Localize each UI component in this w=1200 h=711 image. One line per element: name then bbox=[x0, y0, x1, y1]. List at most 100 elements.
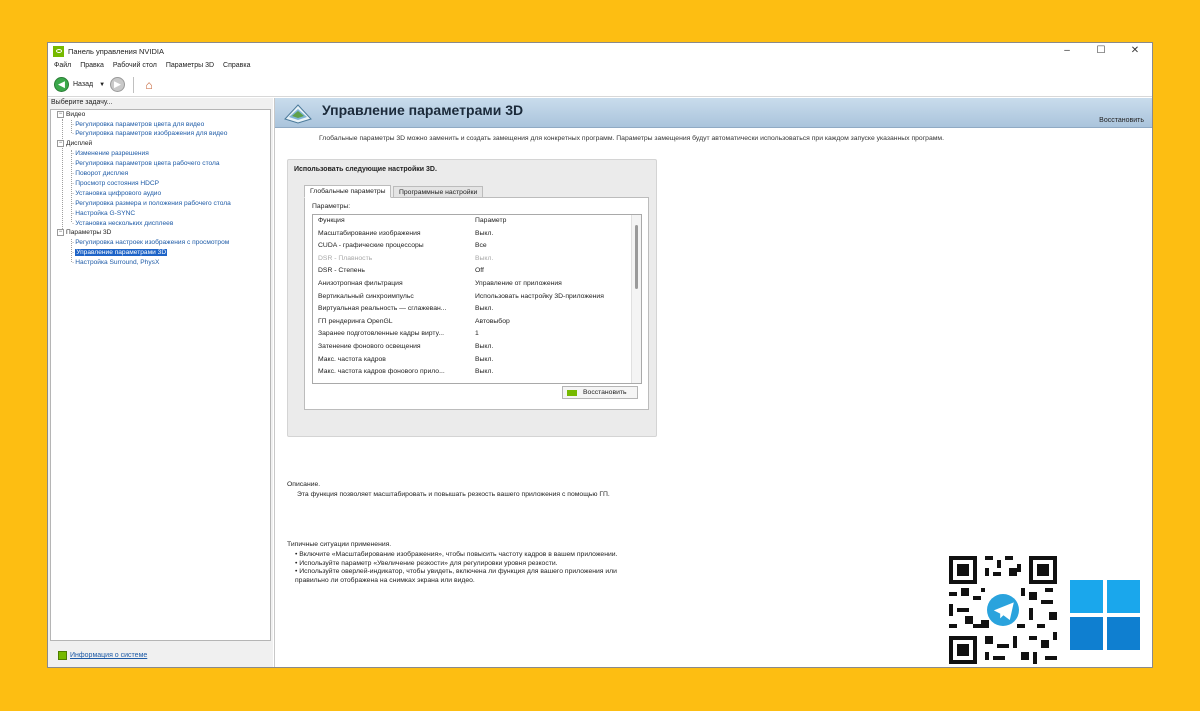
column-header-feature: Функция bbox=[318, 217, 345, 224]
tree-item-digital-audio[interactable]: -Установка цифрового аудио bbox=[72, 189, 161, 199]
menu-bar: Файл Правка Рабочий стол Параметры 3D Сп… bbox=[48, 59, 1152, 71]
settings-group: Использовать следующие настройки 3D. Гло… bbox=[287, 159, 657, 437]
restore-defaults-link[interactable]: Восстановить bbox=[1099, 117, 1144, 124]
value-cell[interactable]: Использовать настройку 3D-приложения bbox=[475, 291, 604, 304]
feature-cell: CUDA - графические процессоры bbox=[318, 242, 424, 250]
table-row[interactable]: Макс. частота кадров Выкл. bbox=[313, 354, 631, 367]
tree-item-desktop-size[interactable]: -Регулировка размера и положения рабочег… bbox=[72, 199, 231, 209]
value-cell[interactable]: Выкл. bbox=[475, 354, 493, 367]
typical-usage-item: правильно ли отображена на снимках экран… bbox=[295, 576, 475, 584]
value-cell[interactable]: Выкл. bbox=[475, 303, 493, 316]
value-cell[interactable]: Управление от приложения bbox=[475, 278, 562, 291]
tree-item-rotate-display[interactable]: -Поворот дисплея bbox=[72, 169, 128, 179]
feature-cell: Заранее подготовленные кадры вирту... bbox=[318, 330, 444, 338]
qr-code-icon bbox=[949, 556, 1057, 664]
settings-table: Функция Параметр Масштабирование изображ… bbox=[312, 214, 642, 384]
tree-item-surround-physx[interactable]: -Настройка Surround, PhysX bbox=[72, 258, 159, 268]
menu-file[interactable]: Файл bbox=[54, 62, 71, 69]
value-cell[interactable]: Автовыбор bbox=[475, 316, 510, 329]
page-header: Управление параметрами 3D Восстановить bbox=[275, 98, 1152, 128]
task-tree: − Видео -Регулировка параметров цвета для… bbox=[50, 109, 271, 641]
value-cell[interactable]: Выкл. bbox=[475, 228, 493, 241]
feature-cell: Вертикальный синхроимпульс bbox=[318, 292, 414, 300]
feature-cell: Макс. частота кадров фонового прило... bbox=[318, 368, 445, 376]
table-row[interactable]: CUDA - графические процессоры Все bbox=[313, 240, 631, 253]
tree-category-3d-settings[interactable]: − Параметры 3D bbox=[57, 228, 111, 238]
use-settings-label: Использовать следующие настройки 3D. bbox=[294, 166, 437, 173]
menu-help[interactable]: Справка bbox=[223, 62, 250, 69]
nvidia-logo-icon bbox=[53, 45, 64, 57]
tree-category-display[interactable]: − Дисплей bbox=[57, 139, 92, 149]
typical-usage-label: Типичные ситуации применения. bbox=[287, 541, 392, 548]
minimize-button[interactable]: – bbox=[1050, 43, 1084, 57]
menu-3d-settings[interactable]: Параметры 3D bbox=[166, 62, 214, 69]
feature-cell: Затенение фонового освещения bbox=[318, 343, 421, 350]
3d-settings-icon bbox=[284, 104, 312, 124]
menu-desktop[interactable]: Рабочий стол bbox=[113, 62, 157, 69]
task-label: Выберите задачу... bbox=[51, 99, 113, 106]
home-icon[interactable]: ⌂ bbox=[141, 77, 157, 93]
description-text: Эта функция позволяет масштабировать и п… bbox=[297, 491, 610, 498]
table-row[interactable]: DSR - Степень Off bbox=[313, 265, 631, 278]
menu-edit[interactable]: Правка bbox=[80, 62, 104, 69]
tab-panel-global: Параметры: Функция Параметр Масштабирова… bbox=[304, 197, 649, 410]
feature-cell: DSR - Плавность bbox=[318, 254, 373, 262]
feature-cell: ГП рендеринга OpenGL bbox=[318, 317, 393, 325]
restore-button-label: Восстановить bbox=[583, 389, 627, 396]
tree-category-video[interactable]: − Видео bbox=[57, 110, 85, 120]
table-row[interactable]: Заранее подготовленные кадры вирту... 1 bbox=[313, 328, 631, 341]
table-row[interactable]: Вертикальный синхроимпульс Использовать н… bbox=[313, 291, 631, 304]
tree-item-video-image[interactable]: -Регулировка параметров изображения для … bbox=[72, 129, 227, 139]
scrollbar-thumb[interactable] bbox=[635, 225, 638, 289]
restore-button[interactable]: Восстановить bbox=[562, 386, 638, 399]
tree-item-desktop-color[interactable]: -Регулировка параметров цвета рабочего с… bbox=[72, 159, 220, 169]
table-row[interactable]: Макс. частота кадров фонового прило... Вы… bbox=[313, 366, 631, 379]
system-info-icon bbox=[58, 651, 67, 660]
history-dropdown-icon[interactable]: ▼ bbox=[99, 82, 105, 88]
page-title: Управление параметрами 3D bbox=[322, 102, 524, 118]
tree-item-manage-3d-selected[interactable]: - Управление параметрами 3D bbox=[72, 248, 168, 258]
nvidia-small-icon bbox=[567, 389, 577, 396]
typical-usage-item: • Используйте параметр «Увеличение резко… bbox=[295, 559, 558, 567]
maximize-button[interactable]: ☐ bbox=[1084, 43, 1118, 57]
table-row[interactable]: Виртуальная реальность — сглажеван... Вык… bbox=[313, 303, 631, 316]
feature-cell: Анизотропная фильтрация bbox=[318, 280, 403, 287]
tree-item-change-resolution[interactable]: -Изменение разрешения bbox=[72, 149, 149, 159]
table-row[interactable]: DSR - Плавность Выкл. bbox=[313, 253, 631, 266]
tree-item-video-color[interactable]: -Регулировка параметров цвета для видео bbox=[72, 120, 204, 130]
task-sidebar: Выберите задачу... − Видео -Регулировка п… bbox=[48, 98, 273, 667]
feature-cell: DSR - Степень bbox=[318, 267, 365, 275]
forward-arrow-icon[interactable]: ▶ bbox=[110, 77, 126, 92]
typical-usage-list: • Включите «Масштабирование изображения»… bbox=[295, 551, 617, 585]
table-row[interactable]: Масштабирование изображения Выкл. bbox=[313, 228, 631, 241]
value-cell[interactable]: Выкл. bbox=[475, 253, 493, 266]
params-label: Параметры: bbox=[312, 203, 351, 210]
table-scrollbar[interactable] bbox=[631, 215, 641, 383]
table-row[interactable]: Анизотропная фильтрация Управление от при… bbox=[313, 278, 631, 291]
close-button[interactable]: ✕ bbox=[1118, 43, 1152, 57]
value-cell[interactable]: Выкл. bbox=[475, 341, 493, 354]
description-label: Описание. bbox=[287, 481, 321, 488]
tree-item-image-preview[interactable]: -Регулировка настроек изображения с прос… bbox=[72, 238, 229, 248]
table-row[interactable]: ГП рендеринга OpenGL Автовыбор bbox=[313, 316, 631, 329]
window-controls: – ☐ ✕ bbox=[1050, 43, 1152, 57]
toolbar: ◀ Назад ▼ ▶ ⌂ bbox=[48, 73, 1152, 97]
feature-cell: Масштабирование изображения bbox=[318, 229, 421, 237]
back-button-label[interactable]: Назад bbox=[73, 81, 93, 88]
back-arrow-icon[interactable]: ◀ bbox=[54, 77, 69, 92]
value-cell[interactable]: 1 bbox=[475, 328, 479, 341]
intro-text: Глобальные параметры 3D можно заменить и… bbox=[319, 135, 944, 142]
system-info: Информация о системе bbox=[58, 651, 147, 660]
value-cell[interactable]: Выкл. bbox=[475, 366, 493, 379]
system-info-link[interactable]: Информация о системе bbox=[70, 652, 147, 659]
title-bar: Панель управления NVIDIA – ☐ ✕ bbox=[48, 43, 1152, 59]
value-cell[interactable]: Off bbox=[475, 265, 484, 278]
value-cell[interactable]: Все bbox=[475, 240, 487, 253]
table-row[interactable]: Затенение фонового освещения Выкл. bbox=[313, 341, 631, 354]
tree-item-gsync[interactable]: -Настройка G-SYNC bbox=[72, 209, 135, 219]
feature-cell: Виртуальная реальность — сглажеван... bbox=[318, 305, 447, 313]
tab-global-settings[interactable]: Глобальные параметры bbox=[304, 185, 392, 198]
typical-usage-item: • Включите «Масштабирование изображения»… bbox=[295, 551, 618, 558]
tree-item-hdcp-status[interactable]: -Просмотр состояния HDCP bbox=[72, 179, 159, 189]
windows-logo-icon bbox=[1070, 580, 1140, 650]
